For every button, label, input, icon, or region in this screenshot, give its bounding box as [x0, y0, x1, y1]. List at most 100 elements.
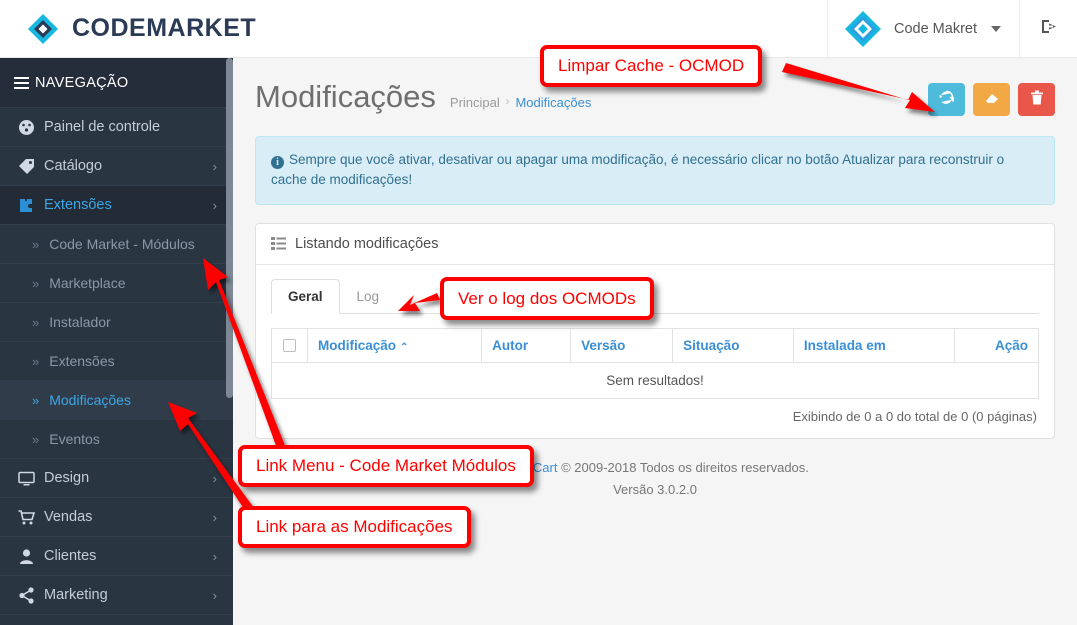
sidebar-item-label: Eventos — [49, 431, 100, 447]
logout-button[interactable] — [1019, 0, 1077, 58]
table-head: Modificação ⌃ Autor Versão Situação Insta… — [271, 327, 1040, 363]
column-header-instalada-em[interactable]: Instalada em — [792, 327, 955, 363]
logout-icon — [1040, 18, 1057, 40]
column-header-versao[interactable]: Versão — [570, 327, 674, 363]
sidebar-title-label: NAVEGAÇÃO — [35, 74, 129, 91]
sidebar-item-marketplace[interactable]: » Marketplace — [0, 264, 233, 303]
share-icon — [18, 586, 44, 604]
sidebar-item-vendas[interactable]: Vendas › — [0, 498, 233, 537]
chevron-right-icon: › — [212, 158, 217, 174]
select-all-header — [271, 327, 308, 363]
sidebar-item-modificacoes[interactable]: » Modificações — [0, 381, 233, 420]
pagination-summary: Exibindo de 0 a 0 do total de 0 (0 págin… — [792, 408, 1037, 424]
anno-link-menu: Link Menu - Code Market Módulos — [238, 445, 534, 487]
chevron-right-icon: › — [212, 197, 217, 213]
sidebar-item-label: Clientes — [44, 548, 97, 564]
sidebar-item-instalador[interactable]: » Instalador — [0, 303, 233, 342]
clear-cache-button[interactable] — [973, 82, 1010, 116]
anno-limpar-cache: Limpar Cache - OCMOD — [540, 45, 763, 87]
chevron-double-right-icon: » — [32, 314, 40, 330]
column-header-acao: Ação — [953, 327, 1040, 363]
chevron-double-right-icon: » — [32, 275, 40, 291]
refresh-button[interactable] — [928, 82, 965, 116]
diamond-logo-icon — [26, 12, 60, 46]
dashboard-icon — [18, 119, 44, 136]
breadcrumb-current[interactable]: Modificações — [515, 95, 591, 110]
sidebar-item-label: Painel de controle — [44, 119, 161, 135]
sidebar-item-extensoes-sub[interactable]: » Extensões — [0, 342, 233, 381]
sort-asc-icon: ⌃ — [400, 341, 409, 353]
modifications-table: Modificação ⌃ Autor Versão Situação Insta… — [271, 327, 1040, 399]
breadcrumb-home[interactable]: Principal — [450, 95, 500, 110]
sidebar-item-marketing[interactable]: Marketing › — [0, 576, 233, 615]
sidebar-item-label: Extensões — [49, 353, 115, 369]
breadcrumb-separator: › — [505, 96, 510, 108]
trash-icon — [1030, 90, 1044, 108]
chevron-double-right-icon: » — [32, 236, 40, 252]
chevron-right-icon: › — [212, 548, 217, 564]
sidebar-item-clientes[interactable]: Clientes › — [0, 537, 233, 576]
eraser-icon — [984, 90, 1000, 109]
sidebar-item-label: Modificações — [49, 392, 131, 408]
chevron-double-right-icon: » — [32, 431, 40, 447]
info-alert: i Sempre que você ativar, desativar ou ap… — [255, 136, 1055, 205]
table-header-row: Modificação ⌃ Autor Versão Situação Insta… — [271, 327, 1040, 363]
monitor-icon — [18, 470, 44, 487]
sidebar-item-label: Catálogo — [44, 158, 103, 174]
tag-icon — [18, 158, 44, 175]
brand-name: CODEMARKET — [72, 14, 257, 42]
list-icon — [271, 237, 286, 250]
select-all-checkbox[interactable] — [283, 339, 296, 353]
column-header-modificacao[interactable]: Modificação ⌃ — [306, 327, 483, 363]
chevron-right-icon: › — [212, 587, 217, 603]
sidebar-item-label: Vendas — [44, 509, 93, 525]
sidebar-item-label: Marketplace — [49, 275, 126, 291]
page-title: Modificações — [255, 79, 436, 114]
tab-geral[interactable]: Geral — [271, 278, 340, 314]
diamond-avatar-icon — [844, 10, 882, 48]
refresh-icon — [939, 90, 957, 108]
sidebar-item-eventos[interactable]: » Eventos — [0, 420, 233, 459]
tab-log[interactable]: Log — [340, 279, 397, 314]
column-header-autor[interactable]: Autor — [481, 327, 572, 363]
puzzle-icon — [18, 197, 44, 214]
sidebar-item-label: Marketing — [44, 587, 108, 603]
empty-message: Sem resultados! — [271, 361, 1039, 399]
anno-ver-log: Ver o log dos OCMODs — [440, 277, 654, 320]
page-action-buttons — [928, 79, 1055, 116]
sidebar-item-design[interactable]: Design › — [0, 459, 233, 498]
anno-link-menu-text: Link Menu - Code Market Módulos — [256, 456, 516, 475]
sidebar-scrollbar[interactable] — [226, 58, 233, 398]
delete-button[interactable] — [1018, 82, 1055, 116]
brand-logo[interactable]: CODEMARKET — [0, 12, 256, 46]
anno-link-modificacoes: Link para as Modificações — [238, 506, 471, 548]
sidebar-item-code-market-modulos[interactable]: » Code Market - Módulos — [0, 225, 233, 264]
chevron-down-icon — [991, 25, 1001, 32]
modifications-panel: Listando modificações Geral Log Modifica… — [255, 222, 1055, 439]
user-icon — [18, 548, 44, 565]
panel-heading-label: Listando modificações — [295, 235, 439, 252]
column-label: Modificação — [318, 337, 397, 353]
chevron-right-icon: › — [212, 509, 217, 525]
anno-limpar-cache-text: Limpar Cache - OCMOD — [558, 56, 745, 75]
sidebar-item-label: Extensões — [44, 197, 112, 213]
sidebar-title: NAVEGAÇÃO — [0, 58, 233, 108]
screen-root: CODEMARKET Code Makret NAVEGAÇÃO Painel … — [0, 0, 1077, 625]
sidebar-item-extensoes[interactable]: Extensões › — [0, 186, 233, 225]
breadcrumb: Principal › Modificações — [450, 85, 591, 110]
cart-icon — [18, 509, 44, 526]
sidebar-item-painel-de-controle[interactable]: Painel de controle — [0, 108, 233, 147]
table-body: Sem resultados! — [271, 361, 1039, 399]
anno-ver-log-text: Ver o log dos OCMODs — [458, 288, 636, 308]
column-header-situacao[interactable]: Situação — [672, 327, 794, 363]
sidebar-item-label: Design — [44, 470, 90, 486]
panel-body: Geral Log Modificação ⌃ Autor Versão Sit… — [256, 265, 1054, 438]
sidebar-item-catalogo[interactable]: Catálogo › — [0, 147, 233, 186]
chevron-double-right-icon: » — [32, 392, 40, 408]
panel-tabs: Geral Log — [271, 278, 1039, 314]
sidebar-nav: NAVEGAÇÃO Painel de controle Catálogo › … — [0, 58, 233, 625]
user-name-label: Code Makret — [893, 20, 977, 37]
user-menu[interactable]: Code Makret — [826, 0, 1019, 58]
panel-heading: Listando modificações — [256, 224, 1054, 265]
info-alert-text: Sempre que você ativar, desativar ou apa… — [271, 152, 1005, 188]
